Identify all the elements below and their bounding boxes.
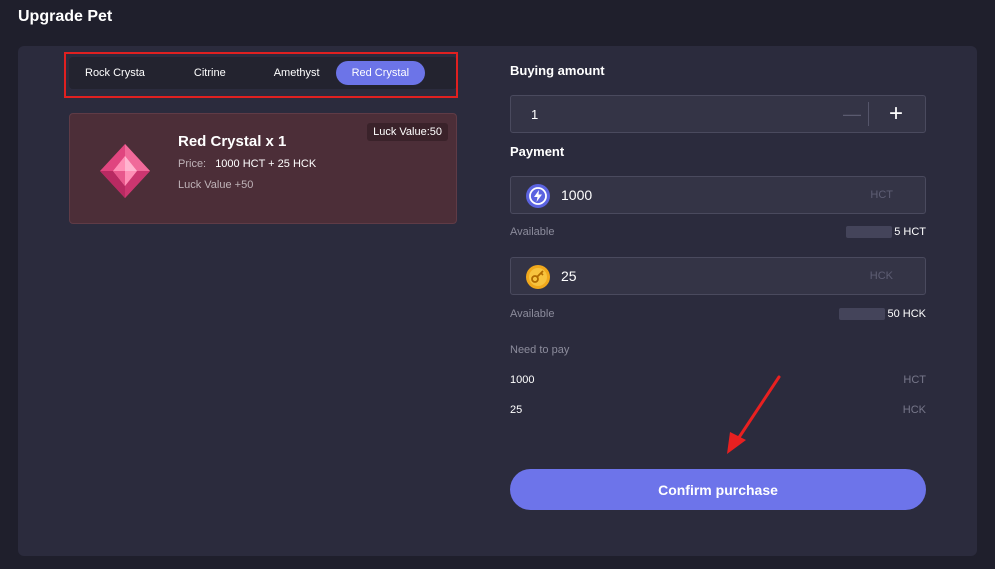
page-title: Upgrade Pet xyxy=(18,8,113,25)
redacted-balance xyxy=(846,226,893,239)
decrease-button[interactable]: — xyxy=(837,96,867,132)
stepper-divider xyxy=(868,102,869,126)
hck-available-row: Available 50 HCK xyxy=(510,308,926,321)
price-label: Price: xyxy=(178,158,207,170)
hck-unit: HCK xyxy=(869,270,893,282)
hct-available-row: Available 5 HCT xyxy=(510,226,926,239)
hct-payment-field: 1000 HCT xyxy=(510,176,926,214)
increase-button[interactable]: + xyxy=(881,96,911,132)
hck-available-label: Available xyxy=(510,308,555,320)
hck-amount: 25 xyxy=(561,268,577,284)
hck-payment-field: 25 HCK xyxy=(510,257,926,295)
need-to-pay-label: Need to pay xyxy=(510,344,570,356)
product-title: Red Crystal x 1 xyxy=(178,133,287,150)
luck-value-badge: Luck Value:50 xyxy=(367,123,448,141)
confirm-purchase-button[interactable]: Confirm purchase xyxy=(510,469,926,510)
need-amount: 25 xyxy=(510,404,523,416)
product-price: Price: 1000 HCT + 25 HCK xyxy=(178,158,316,170)
need-unit: HCK xyxy=(902,404,926,416)
hct-available-label: Available xyxy=(510,226,555,238)
hct-unit: HCT xyxy=(870,189,893,201)
need-amount: 1000 xyxy=(510,374,535,386)
tabs-highlight-box xyxy=(64,52,458,98)
buying-amount-label: Buying amount xyxy=(510,63,605,78)
red-crystal-gem-icon xyxy=(100,144,150,198)
need-unit: HCT xyxy=(903,374,926,386)
hct-coin-icon xyxy=(526,184,550,208)
red-arrow-annotation-icon xyxy=(727,375,781,454)
payment-label: Payment xyxy=(510,144,565,159)
buying-amount-stepper: — + xyxy=(510,95,926,133)
redacted-balance xyxy=(839,308,886,321)
product-luck-value: Luck Value +50 xyxy=(178,179,254,191)
hck-available-balance: 50 HCK xyxy=(839,308,926,321)
need-to-pay-row: 25 HCK xyxy=(510,404,926,416)
buying-amount-input[interactable] xyxy=(521,96,841,132)
hct-available-balance: 5 HCT xyxy=(846,226,926,239)
hct-amount: 1000 xyxy=(561,187,593,203)
price-value: 1000 HCT + 25 HCK xyxy=(215,158,317,170)
product-card: Red Crystal x 1 Price: 1000 HCT + 25 HCK… xyxy=(69,113,457,224)
need-to-pay-row: 1000 HCT xyxy=(510,374,926,386)
hck-key-coin-icon xyxy=(526,265,550,289)
